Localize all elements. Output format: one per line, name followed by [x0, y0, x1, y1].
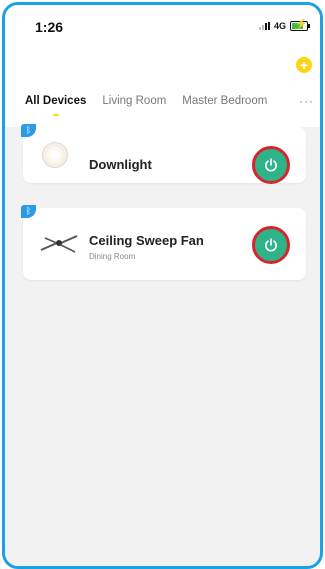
power-button[interactable] — [252, 226, 290, 264]
power-button[interactable] — [252, 146, 290, 184]
status-bar: 1:26 4G ⚡ — [5, 5, 320, 47]
device-name: Downlight — [89, 157, 152, 172]
bluetooth-icon: ᛒ — [21, 205, 36, 218]
header: + All Devices Living Room Master Bedroom… — [5, 47, 320, 127]
add-device-button[interactable]: + — [296, 57, 312, 73]
room-tabs: All Devices Living Room Master Bedroom — [25, 95, 283, 116]
more-tabs-button[interactable]: ··· — [299, 94, 314, 108]
phone-frame: 1:26 4G ⚡ + All Devices Living Room Mast… — [2, 2, 323, 569]
network-label: 4G — [273, 21, 286, 31]
power-icon — [265, 158, 277, 172]
status-time: 1:26 — [35, 19, 64, 35]
signal-icon — [258, 22, 270, 30]
device-name: Ceiling Sweep Fan — [89, 233, 204, 248]
device-card-ceiling-fan[interactable]: ᛒ Ceiling Sweep Fan Dining Room — [21, 205, 306, 280]
downlight-icon — [42, 142, 68, 168]
tab-master-bedroom[interactable]: Master Bedroom — [182, 95, 267, 107]
status-icons: 4G ⚡ — [258, 19, 310, 31]
plus-icon: + — [299, 57, 309, 73]
tab-living-room[interactable]: Living Room — [102, 95, 166, 107]
bluetooth-icon: ᛒ — [21, 124, 36, 137]
power-icon — [265, 238, 277, 252]
tab-all-devices[interactable]: All Devices — [25, 95, 86, 116]
device-card-downlight[interactable]: ᛒ Downlight — [21, 124, 306, 184]
ceiling-fan-icon — [40, 235, 78, 253]
battery-icon: ⚡ — [290, 19, 310, 31]
device-room: Dining Room — [89, 252, 136, 261]
